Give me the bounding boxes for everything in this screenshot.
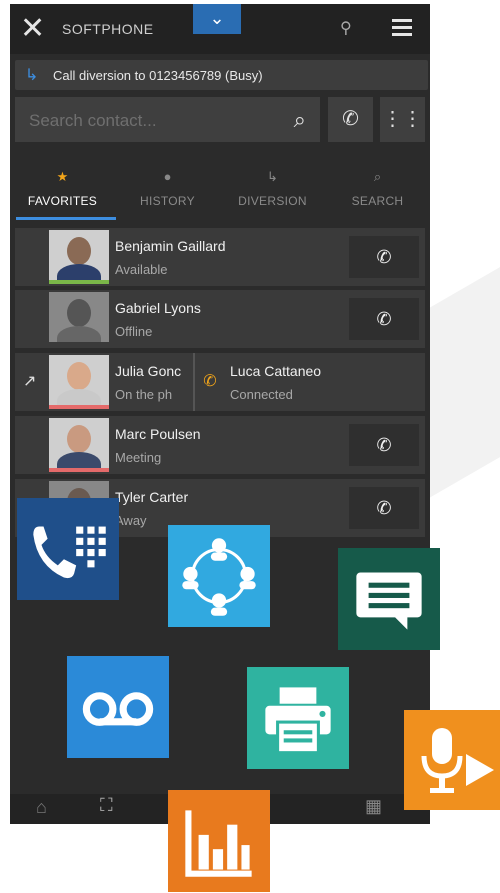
star-icon: ★ (56, 169, 69, 184)
active-tab-underline (16, 217, 116, 220)
stats-tile[interactable] (168, 790, 270, 892)
search-input[interactable]: Search contact... ⌕ (15, 97, 320, 142)
contact-status: Away (115, 513, 147, 528)
voicemail-tile[interactable] (67, 656, 169, 758)
call-button[interactable]: ✆ (349, 298, 419, 340)
diversion-icon: ↳ (25, 67, 39, 84)
tab-search[interactable]: ⌕ SEARCH (325, 164, 430, 220)
handset-icon: ✆ (376, 247, 392, 267)
hamburger-icon[interactable] (392, 19, 412, 40)
voice-record-tile[interactable] (404, 710, 500, 810)
fax-printer-tile[interactable] (247, 667, 349, 769)
diversion-text: Call diversion to 0123456789 (Busy) (53, 68, 263, 83)
tab-label: HISTORY (139, 194, 195, 208)
diversion-icon: ↳ (267, 169, 278, 184)
diversion-banner[interactable]: ↳ Call diversion to 0123456789 (Busy) (15, 60, 428, 90)
chat-bubble-icon (356, 572, 422, 630)
contact-name: Julia Gonc (115, 363, 182, 379)
printer-icon (265, 687, 331, 755)
apps-grid-icon[interactable]: ▦ (365, 796, 382, 817)
collapse-tab-button[interactable]: ⌄ (193, 4, 241, 34)
handset-icon: ✆ (376, 309, 392, 329)
handset-icon: ✆ (342, 108, 359, 130)
contact-status: Available (115, 262, 168, 277)
tab-label: FAVORITES (27, 194, 98, 208)
contact-status: Offline (115, 324, 153, 339)
avatar (49, 230, 109, 280)
contact-name: Benjamin Gaillard (115, 238, 226, 254)
avatar (49, 418, 109, 468)
dialpad-icon: ⋮⋮ (382, 108, 423, 130)
tab-favorites[interactable]: ★ FAVORITES (10, 164, 116, 220)
contact-row[interactable]: Benjamin Gaillard Available ✆ (15, 228, 425, 286)
contact-name: Tyler Carter (115, 489, 189, 505)
status-indicator (49, 280, 109, 284)
home-icon[interactable]: ⌂ (36, 797, 47, 818)
outgoing-arrow-icon: ↗ (23, 373, 37, 390)
call-button[interactable]: ✆ (349, 236, 419, 278)
chevron-down-icon: ⌄ (209, 8, 225, 28)
plug-icon[interactable]: ⚲ (340, 18, 352, 38)
app-title: SOFTPHONE (62, 21, 154, 37)
microphone-play-icon (421, 728, 494, 793)
tab-diversion[interactable]: ↳ DIVERSION (220, 164, 325, 220)
call-button[interactable]: ✆ (328, 97, 373, 142)
transfer-contact-status: Connected (230, 387, 293, 402)
background-shape (430, 232, 500, 498)
clock-icon: ● (163, 169, 172, 184)
search-icon[interactable]: ⌕ (294, 107, 306, 133)
tab-label: DIVERSION (238, 194, 307, 208)
handset-icon: ✆ (376, 435, 392, 455)
phone-dialpad-tile[interactable] (17, 498, 119, 600)
tab-bar: ★ FAVORITES ● HISTORY ↳ DIVERSION ⌕ SEAR… (10, 164, 430, 224)
contact-row[interactable]: Marc Poulsen Meeting ✆ (15, 416, 425, 474)
search-placeholder: Search contact... (29, 111, 157, 130)
handset-icon: ✆ (376, 498, 392, 518)
network-people-tile[interactable] (168, 525, 270, 627)
call-button[interactable]: ✆ (349, 487, 419, 529)
contact-name: Gabriel Lyons (115, 300, 201, 316)
transfer-contact-name: Luca Cattaneo (230, 363, 322, 379)
contact-status: Meeting (115, 450, 162, 465)
phone-dialpad-icon (33, 526, 106, 579)
network-people-icon (182, 538, 256, 616)
search-icon: ⌕ (373, 169, 382, 184)
call-button[interactable]: ✆ (349, 424, 419, 466)
status-indicator (49, 405, 109, 409)
status-indicator (49, 468, 109, 472)
contact-row[interactable]: Gabriel Lyons Offline ✆ (15, 290, 425, 348)
contact-status: On the ph (115, 387, 173, 402)
title-bar: ✕ SOFTPHONE ⌄ ⚲ (10, 4, 430, 54)
voicemail-icon (82, 692, 154, 726)
avatar (49, 355, 109, 405)
transfer-handset-icon[interactable]: ✆ (193, 353, 225, 411)
tab-history[interactable]: ● HISTORY (115, 164, 220, 220)
avatar (49, 292, 109, 342)
contact-row[interactable]: ↗ Julia Gonc On the ph ✆ Luca Cattaneo C… (15, 353, 425, 411)
dialpad-button[interactable]: ⋮⋮ (380, 97, 425, 142)
bar-chart-icon (185, 810, 252, 877)
tab-label: SEARCH (351, 194, 404, 208)
close-icon[interactable]: ✕ (20, 14, 45, 44)
chat-tile[interactable] (338, 548, 440, 650)
contact-name: Marc Poulsen (115, 426, 201, 442)
fullscreen-icon[interactable]: ⛶ (100, 795, 113, 816)
